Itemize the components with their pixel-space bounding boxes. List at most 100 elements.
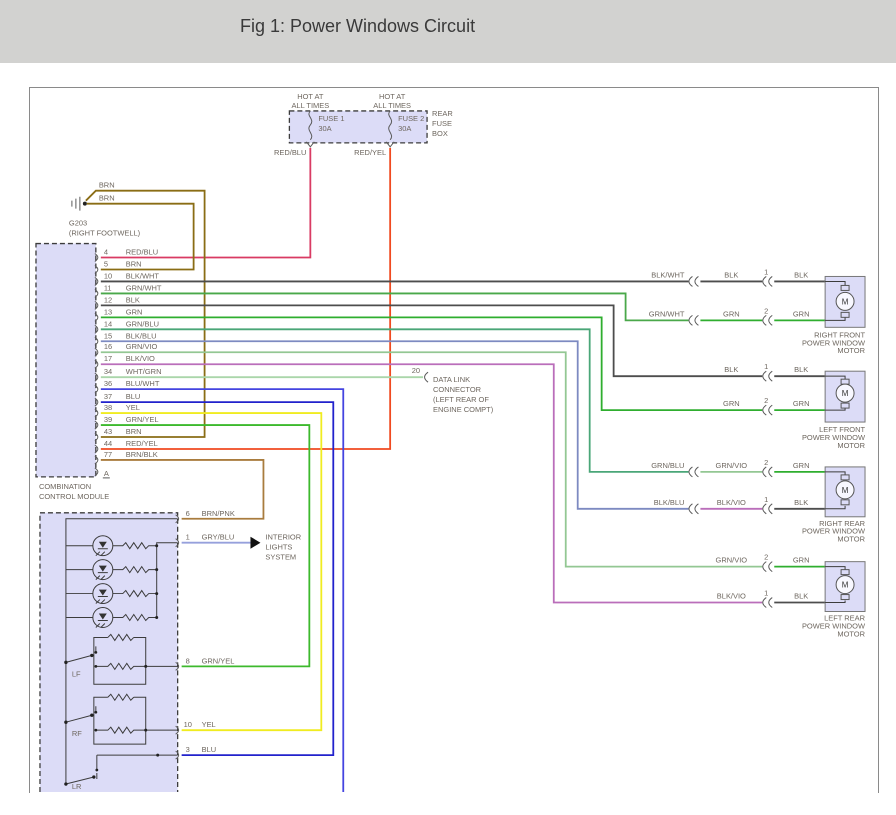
rr-row1-pin: 2 — [764, 458, 768, 467]
spin-6-label: BRN/PNK — [202, 509, 235, 518]
spin-3-label: BLU — [202, 745, 217, 754]
pin-5-num: 5 — [104, 259, 108, 268]
switch-lr-label: LR — [72, 782, 82, 791]
contact-dot — [95, 769, 98, 772]
lf-row2-mid: GRN — [723, 399, 740, 408]
pin-77-label: BRN/BLK — [126, 450, 158, 459]
wire-pin77-brn-blk — [101, 460, 264, 519]
wire-pin11-grn-wht — [101, 293, 689, 320]
data-link-connector: 20 DATA LINK CONNECTOR (LEFT REAR OF ENG… — [412, 366, 494, 414]
motor-symbol: M — [842, 581, 849, 590]
rf-row1-mid: BLK — [724, 270, 738, 279]
pivot-dot — [90, 714, 93, 717]
module-caption-2: CONTROL MODULE — [39, 492, 109, 501]
hot-at-label-2: HOT AT — [379, 92, 406, 101]
contact-dot — [94, 651, 97, 654]
switch-rf-label: RF — [72, 729, 82, 738]
arrow-right-icon — [250, 537, 260, 549]
pin-34-label: WHT/GRN — [126, 367, 162, 376]
fuse2-amps: 30A — [398, 124, 411, 133]
spin-3-num: 3 — [186, 745, 190, 754]
pin-16-num: 16 — [104, 342, 112, 351]
fuse1-wire-label: RED/BLU — [274, 148, 306, 157]
contact-dot — [94, 711, 97, 714]
right-rear-window-motor: M RIGHT REAR POWER WINDOW MOTOR GRN/BLU … — [651, 458, 866, 544]
pin-37-num: 37 — [104, 392, 112, 401]
page-title: Fig 1: Power Windows Circuit — [240, 16, 475, 37]
module-outline — [36, 244, 96, 477]
ground-wire1-label: BRN — [99, 181, 115, 190]
junction-dot — [144, 729, 147, 732]
spin-8-num: 8 — [186, 656, 190, 665]
lf-row2-pin: 2 — [764, 396, 768, 405]
wire-fuse2-red-yel — [101, 148, 390, 449]
rf-row1-outer: BLK/WHT — [651, 270, 685, 279]
ground-icon — [72, 197, 80, 211]
rr-motor-caption-3: MOTOR — [837, 535, 865, 544]
interior-lights-line2: LIGHTS — [265, 543, 292, 552]
wire-pin14-grn-blu — [101, 329, 689, 472]
wire-fuse1-red-blu — [101, 148, 311, 258]
pin-13-label: GRN — [126, 307, 143, 316]
pin-5-label: BRN — [126, 259, 142, 268]
pin-38-num: 38 — [104, 403, 112, 412]
rr-row1-inner: GRN — [793, 461, 810, 470]
lr-row1-mid: GRN/VIO — [716, 556, 748, 565]
rf-row1-inner: BLK — [794, 270, 808, 279]
motor-symbol: M — [842, 486, 849, 495]
data-link-line1: DATA LINK — [433, 375, 470, 384]
pin-11-label: GRN/WHT — [126, 283, 162, 292]
lr-row2-pin: 1 — [764, 589, 768, 598]
pin-10-num: 10 — [104, 271, 112, 280]
spin-1-label: GRY/BLU — [202, 533, 235, 542]
rr-row2-pin: 1 — [764, 495, 768, 504]
pin-17-label: BLK/VIO — [126, 354, 155, 363]
pin-13-num: 13 — [104, 307, 112, 316]
rf-row2-outer: GRN/WHT — [649, 309, 685, 318]
rf-row2-inner: GRN — [793, 309, 810, 318]
rr-row1-outer: GRN/BLU — [651, 461, 684, 470]
pin-17-num: 17 — [104, 354, 112, 363]
junction-dot — [155, 568, 158, 571]
all-times-label-1: ALL TIMES — [291, 101, 329, 110]
lr-motor-caption-3: MOTOR — [837, 629, 865, 638]
all-times-label-2: ALL TIMES — [373, 101, 411, 110]
junction-dot — [155, 616, 158, 619]
ground-id: G203 — [69, 219, 87, 228]
junction-dot — [144, 665, 147, 668]
pin-34-num: 34 — [104, 367, 112, 376]
pin-39-label: GRN/YEL — [126, 415, 159, 424]
fuse1-name: FUSE 1 — [318, 114, 344, 123]
junction-dot — [155, 592, 158, 595]
pin-36-label: BLU/WHT — [126, 379, 160, 388]
rr-row2-mid: BLK/VIO — [717, 498, 746, 507]
pin-10-label: BLK/WHT — [126, 271, 160, 280]
pin-a-num: A — [104, 469, 109, 478]
hot-at-label-1: HOT AT — [297, 92, 324, 101]
interior-lights-system: INTERIOR LIGHTS SYSTEM — [250, 533, 301, 562]
pin-15-num: 15 — [104, 331, 112, 340]
spin-1-num: 1 — [186, 533, 190, 542]
interior-lights-line3: SYSTEM — [265, 553, 296, 562]
junction-dot — [155, 544, 158, 547]
data-link-line4: ENGINE COMPT) — [433, 405, 494, 414]
pin-12-num: 12 — [104, 295, 112, 304]
lf-row1-inner: BLK — [794, 365, 808, 374]
pin-14-num: 14 — [104, 319, 112, 328]
lf-row1-pin: 1 — [764, 362, 768, 371]
ground-junction-dot — [83, 202, 87, 206]
window-switch-panel: LF RF LR 6 — [40, 509, 235, 792]
junction-dot — [64, 782, 67, 785]
pin-44-num: 44 — [104, 439, 112, 448]
pin-4-label: RED/BLU — [126, 248, 158, 257]
pin-43-label: BRN — [126, 427, 142, 436]
data-link-line3: (LEFT REAR OF — [433, 395, 489, 404]
rf-row2-mid: GRN — [723, 309, 740, 318]
data-link-line2: CONNECTOR — [433, 385, 482, 394]
rf-motor-caption-3: MOTOR — [837, 346, 865, 355]
contact-dot — [94, 729, 97, 732]
pin-12-label: BLK — [126, 295, 140, 304]
pin-43-num: 43 — [104, 427, 112, 436]
spin-8-label: GRN/YEL — [202, 656, 235, 665]
contact-dot — [94, 665, 97, 668]
